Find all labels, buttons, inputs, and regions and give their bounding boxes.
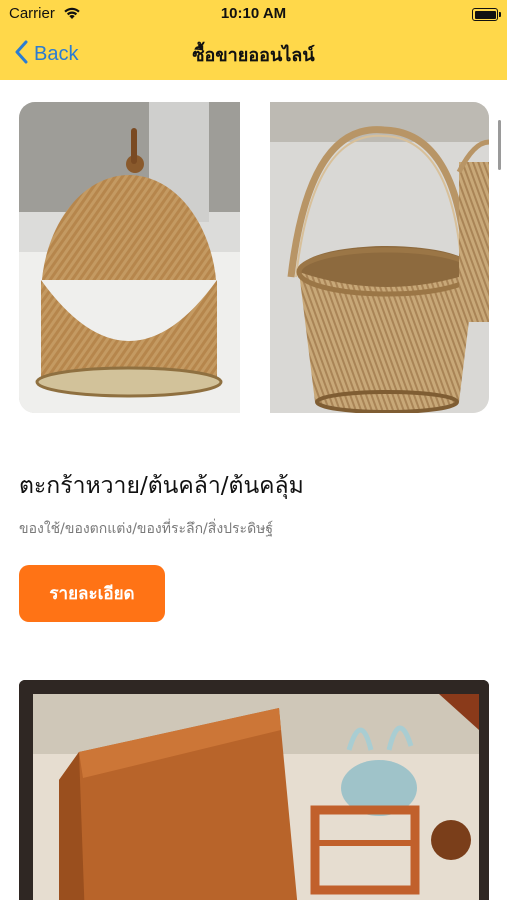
scrollbar[interactable] [498,120,501,170]
status-time: 10:10 AM [220,5,287,22]
status-bar: Carrier 10:10 AM [0,0,507,28]
battery-icon [472,8,501,21]
product-image [19,102,489,413]
page-title: ซื้อขายออนไลน์ [192,45,315,66]
product-category: ของใช้/ของตกแต่ง/ของที่ระลึก/สิ่งประดิษฐ… [19,521,274,537]
product-image [19,680,489,900]
navigation-bar: Back ซื้อขายออนไลน์ [0,28,507,80]
details-button[interactable]: รายละเอียด [19,565,165,622]
product-title: ตะกร้าหวาย/ต้นคล้า/ต้นคลุ้ม [19,473,304,499]
product-list[interactable]: ตะกร้าหวาย/ต้นคล้า/ต้นคลุ้ม ของใช้/ของตก… [0,80,507,900]
